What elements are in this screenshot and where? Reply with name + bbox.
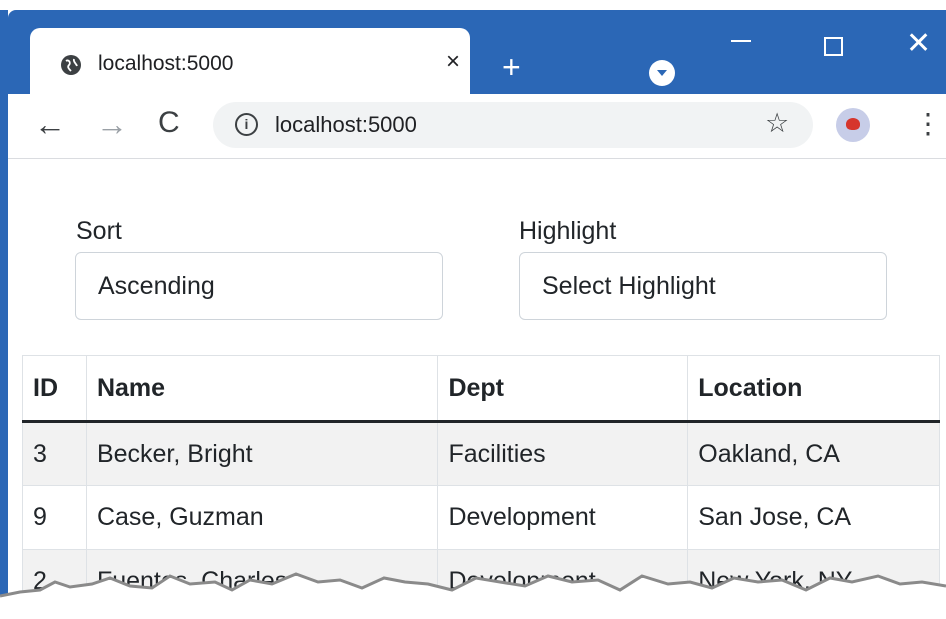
cell-name: Case, Guzman (86, 485, 439, 550)
cell-location: Oakland, CA (687, 421, 940, 486)
cell-id: 3 (22, 421, 87, 486)
table-header-row: ID Name Dept Location (22, 355, 940, 423)
tab-title: localhost:5000 (98, 52, 234, 75)
tab-localhost[interactable]: localhost:5000 × (30, 28, 470, 104)
cell-name: Becker, Bright (86, 421, 439, 486)
header-dept: Dept (437, 355, 689, 423)
header-id: ID (22, 355, 87, 423)
menu-dots-icon[interactable]: ⋮ (914, 102, 942, 146)
cell-location: San Jose, CA (687, 485, 940, 550)
toolbar: ← → C i localhost:5000 ☆ ⋮ (8, 94, 946, 158)
header-name: Name (86, 355, 439, 423)
header-location: Location (687, 355, 940, 423)
minimize-icon[interactable] (731, 40, 751, 42)
globe-icon (61, 55, 81, 75)
info-icon[interactable]: i (235, 113, 258, 136)
url-text[interactable]: localhost:5000 (275, 112, 417, 138)
back-arrow-icon[interactable]: ← (34, 106, 66, 143)
highlight-label: Highlight (519, 217, 617, 245)
address-bar[interactable]: i localhost:5000 ☆ (213, 102, 813, 148)
title-bar: localhost:5000 × + ✕ (8, 10, 946, 104)
forward-arrow-icon[interactable]: → (96, 106, 128, 143)
cell-dept: Development (437, 485, 689, 550)
table-row: 3 Becker, Bright Facilities Oakland, CA (22, 421, 940, 486)
browser-window: localhost:5000 × + ✕ ← → C i localhost:5… (0, 0, 946, 619)
plus-icon[interactable]: + (502, 51, 521, 83)
tab-search-icon[interactable] (649, 60, 675, 86)
page-content: Sort Ascending Highlight Select Highligh… (8, 159, 946, 619)
window-left-edge (0, 10, 8, 619)
sort-select[interactable]: Ascending (75, 252, 443, 320)
profile-avatar-icon[interactable] (836, 108, 870, 142)
reload-icon[interactable]: C (158, 106, 180, 140)
sort-label: Sort (76, 217, 122, 245)
window-close-icon[interactable]: ✕ (906, 26, 931, 61)
table-row: 9 Case, Guzman Development San Jose, CA (22, 485, 940, 550)
cell-dept: Facilities (437, 421, 689, 486)
maximize-icon[interactable] (824, 37, 843, 56)
cell-id: 9 (22, 485, 87, 550)
torn-paper-edge (0, 572, 946, 619)
close-icon[interactable]: × (446, 48, 460, 76)
star-icon[interactable]: ☆ (765, 108, 789, 139)
highlight-select[interactable]: Select Highlight (519, 252, 887, 320)
